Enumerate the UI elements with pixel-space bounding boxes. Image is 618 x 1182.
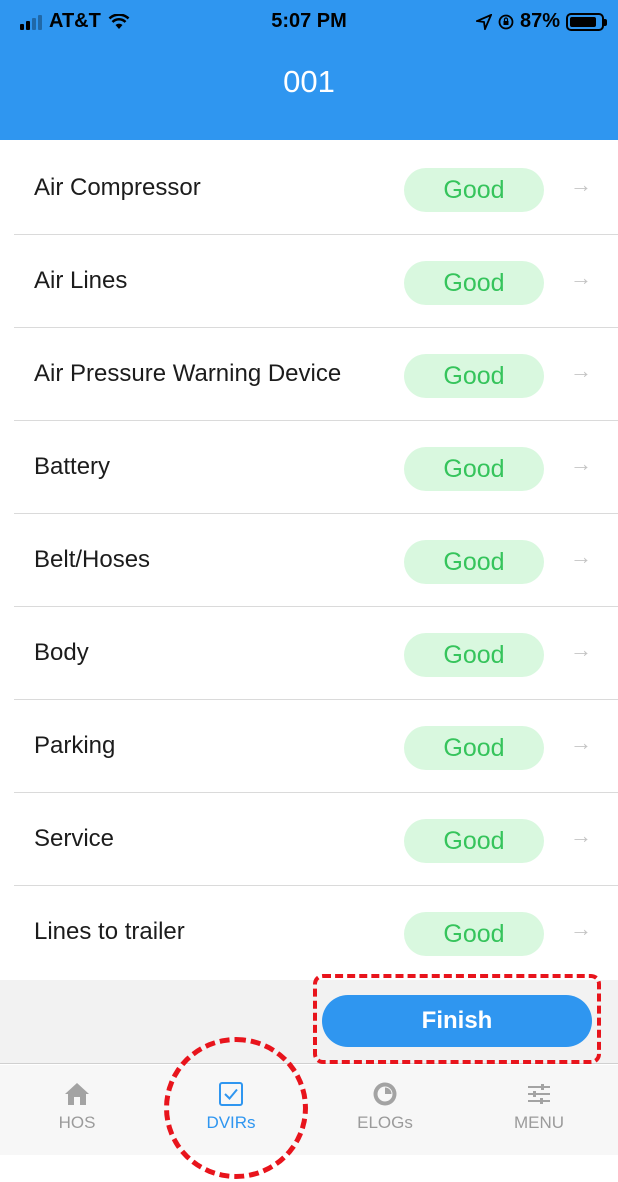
- status-badge[interactable]: Good: [404, 912, 544, 956]
- list-item[interactable]: Parking Good →: [14, 700, 618, 793]
- location-arrow-icon: [475, 13, 492, 30]
- tab-label: HOS: [58, 1113, 96, 1132]
- arrow-right-icon: →: [570, 172, 592, 197]
- list-item[interactable]: Battery Good →: [14, 421, 618, 514]
- tab-bar: HOS DVIRs ELOGs MENU: [0, 1065, 618, 1155]
- tab-menu[interactable]: MENU: [462, 1065, 616, 1155]
- tab-label: ELOGs: [357, 1113, 413, 1132]
- page-title: 001: [283, 64, 335, 99]
- arrow-right-icon: →: [570, 544, 592, 569]
- home-icon: [65, 1083, 89, 1105]
- arrow-right-icon: →: [570, 823, 592, 848]
- arrow-right-icon: →: [570, 637, 592, 662]
- item-label: Air Pressure Warning Device: [34, 360, 342, 387]
- status-badge[interactable]: Good: [404, 819, 544, 863]
- sliders-icon: [528, 1084, 550, 1104]
- list-item[interactable]: Belt/Hoses Good →: [14, 514, 618, 607]
- status-badge[interactable]: Good: [404, 540, 544, 584]
- app-header: AT&T 5:07 PM 87% 001: [0, 0, 618, 140]
- list-item[interactable]: Lines to trailer Good →: [14, 886, 618, 979]
- list-item[interactable]: Body Good →: [14, 607, 618, 700]
- status-right: 87%: [475, 10, 607, 33]
- item-label: Service: [34, 825, 115, 852]
- list-item[interactable]: Air Compressor Good →: [14, 142, 618, 235]
- finish-button[interactable]: Finish: [322, 995, 592, 1047]
- item-label: Air Lines: [34, 267, 128, 294]
- status-badge[interactable]: Good: [404, 261, 544, 305]
- arrow-right-icon: →: [570, 265, 592, 290]
- status-bar: AT&T 5:07 PM 87%: [0, 0, 618, 44]
- tab-hos[interactable]: HOS: [0, 1065, 154, 1155]
- list-item[interactable]: Service Good →: [14, 793, 618, 886]
- status-badge[interactable]: Good: [404, 168, 544, 212]
- battery-icon: [566, 12, 607, 31]
- orientation-lock-icon: [498, 14, 514, 29]
- status-badge[interactable]: Good: [404, 447, 544, 491]
- status-badge[interactable]: Good: [404, 354, 544, 398]
- list-item[interactable]: Air Pressure Warning Device Good →: [14, 328, 618, 421]
- status-badge[interactable]: Good: [404, 726, 544, 770]
- item-label: Air Compressor: [34, 174, 201, 201]
- item-label: Parking: [34, 732, 116, 759]
- arrow-right-icon: →: [570, 916, 592, 941]
- arrow-right-icon: →: [570, 358, 592, 383]
- battery-percent: 87%: [519, 10, 560, 32]
- item-label: Body: [34, 639, 89, 666]
- list-item[interactable]: Air Lines Good →: [14, 235, 618, 328]
- inspection-list: Air Compressor Good → Air Lines Good → A…: [0, 142, 618, 979]
- item-label: Lines to trailer: [34, 918, 185, 945]
- arrow-right-icon: →: [570, 730, 592, 755]
- arrow-right-icon: →: [570, 451, 592, 476]
- item-label: Battery: [34, 453, 111, 480]
- clock-icon: [373, 1082, 397, 1106]
- dvirs-highlight-annotation: [164, 1037, 308, 1179]
- tab-elogs[interactable]: ELOGs: [308, 1065, 462, 1155]
- status-badge[interactable]: Good: [404, 633, 544, 677]
- tab-label: MENU: [513, 1113, 565, 1132]
- item-label: Belt/Hoses: [34, 546, 151, 573]
